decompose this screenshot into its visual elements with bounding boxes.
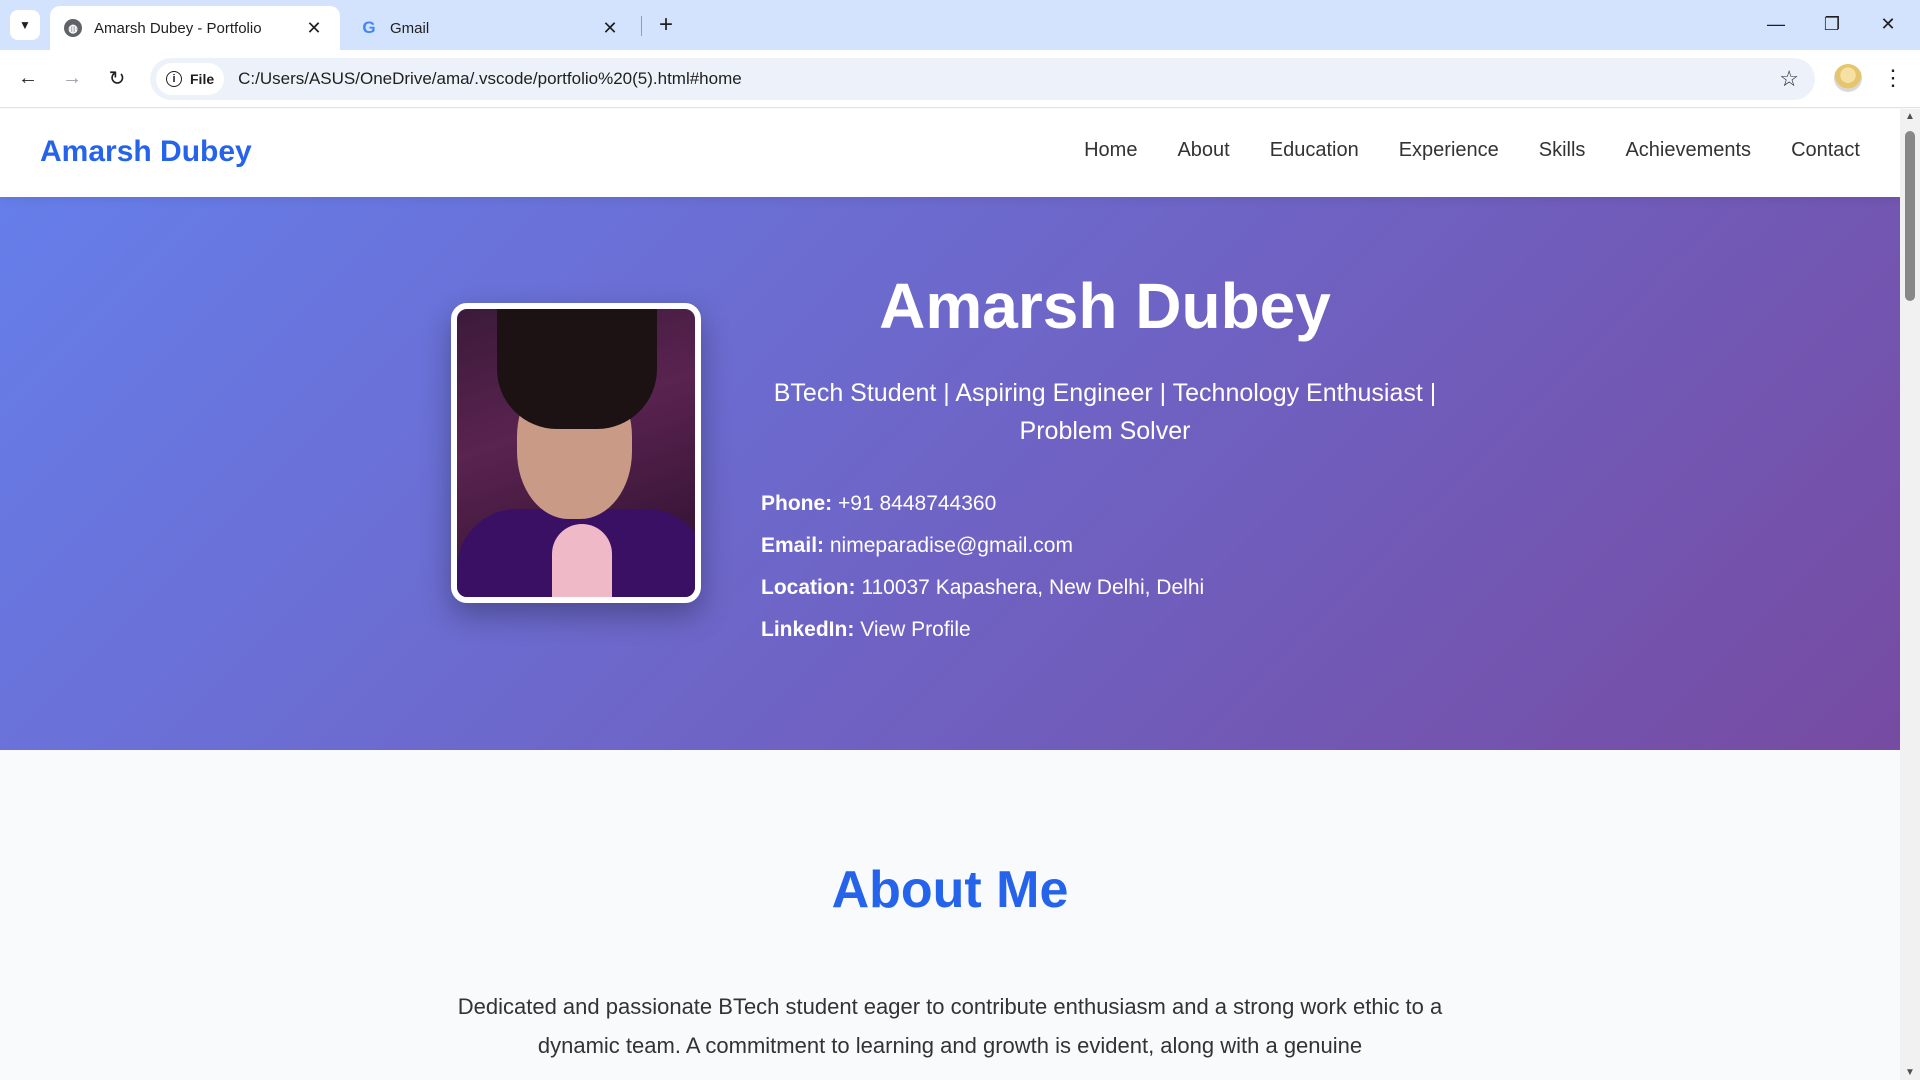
page-viewport: Amarsh Dubey Home About Education Experi…: [0, 109, 1900, 1080]
chip-label: File: [190, 71, 215, 87]
nav-education[interactable]: Education: [1270, 139, 1359, 162]
tab-search-button[interactable]: ▼: [10, 10, 40, 40]
more-menu-icon[interactable]: ⋮: [1880, 62, 1906, 94]
close-icon[interactable]: ✕: [598, 18, 622, 39]
contact-info: Phone: +91 8448744360 Email: nimeparadis…: [761, 483, 1204, 651]
hero-name: Amarsh Dubey: [879, 270, 1331, 342]
tab-gmail[interactable]: G Gmail ✕: [346, 6, 636, 50]
linkedin-link[interactable]: View Profile: [860, 618, 971, 641]
profile-avatar[interactable]: [1834, 64, 1862, 92]
contact-phone: Phone: +91 8448744360: [761, 483, 1204, 525]
phone-value: +91 8448744360: [838, 492, 997, 515]
site-header: Amarsh Dubey Home About Education Experi…: [0, 109, 1900, 197]
nav-contact[interactable]: Contact: [1791, 139, 1860, 162]
about-title: About Me: [831, 861, 1069, 919]
email-value: nimeparadise@gmail.com: [829, 534, 1073, 557]
tab-title: Gmail: [390, 19, 430, 37]
close-window-button[interactable]: ✕: [1860, 4, 1916, 44]
page-scrollbar[interactable]: ▲ ▼: [1900, 109, 1920, 1080]
restore-button[interactable]: ❐: [1804, 4, 1860, 44]
nav-achievements[interactable]: Achievements: [1625, 139, 1751, 162]
new-tab-button[interactable]: +: [651, 10, 681, 40]
contact-linkedin: LinkedIn: View Profile: [761, 609, 1204, 651]
nav-home[interactable]: Home: [1084, 139, 1137, 162]
tab-title: Amarsh Dubey - Portfolio: [94, 19, 262, 37]
back-button[interactable]: ←: [12, 62, 44, 94]
forward-button[interactable]: →: [56, 62, 88, 94]
scrollbar-thumb[interactable]: [1905, 131, 1915, 301]
about-section: About Me Dedicated and passionate BTech …: [0, 750, 1900, 1080]
tab-divider: [641, 16, 642, 36]
contact-location: Location: 110037 Kapashera, New Delhi, D…: [761, 567, 1204, 609]
site-logo[interactable]: Amarsh Dubey: [40, 135, 252, 169]
location-label: Location:: [761, 576, 856, 599]
google-icon: G: [362, 18, 376, 37]
site-nav-menu: Home About Education Experience Skills A…: [1084, 139, 1860, 162]
browser-tab-bar: ▼ ◍ Amarsh Dubey - Portfolio ✕ G Gmail ✕…: [0, 0, 1920, 50]
profile-photo: [451, 303, 701, 603]
reload-icon: ↻: [108, 67, 126, 90]
phone-label: Phone:: [761, 492, 833, 515]
url-text[interactable]: C:/Users/ASUS/OneDrive/ama/.vscode/portf…: [238, 69, 742, 89]
email-label: Email:: [761, 534, 825, 557]
nav-skills[interactable]: Skills: [1539, 139, 1586, 162]
minimize-button[interactable]: —: [1748, 4, 1804, 44]
nav-experience[interactable]: Experience: [1399, 139, 1499, 162]
close-icon[interactable]: ✕: [302, 18, 326, 39]
arrow-left-icon: ←: [18, 66, 38, 89]
browser-toolbar: ← → ↻ i File C:/Users/ASUS/OneDrive/ama/…: [0, 50, 1920, 108]
contact-email: Email: nimeparadise@gmail.com: [761, 525, 1204, 567]
reload-button[interactable]: ↻: [101, 62, 133, 94]
site-info-chip[interactable]: i File: [156, 63, 225, 95]
scroll-down-icon[interactable]: ▼: [1905, 1067, 1915, 1078]
about-text: Dedicated and passionate BTech student e…: [457, 994, 1443, 1058]
tab-portfolio[interactable]: ◍ Amarsh Dubey - Portfolio ✕: [50, 6, 340, 50]
hero-tagline: BTech Student | Aspiring Engineer | Tech…: [773, 379, 1437, 445]
hero-section: Amarsh Dubey BTech Student | Aspiring En…: [0, 197, 1900, 750]
address-bar[interactable]: i File C:/Users/ASUS/OneDrive/ama/.vscod…: [150, 58, 1815, 100]
arrow-right-icon: →: [62, 66, 82, 89]
nav-about[interactable]: About: [1177, 139, 1229, 162]
scroll-up-icon[interactable]: ▲: [1905, 111, 1915, 122]
location-value: 110037 Kapashera, New Delhi, Delhi: [861, 576, 1205, 599]
globe-icon: ◍: [64, 19, 82, 37]
linkedin-label: LinkedIn:: [761, 618, 855, 641]
info-icon: i: [166, 71, 182, 87]
bookmark-star-icon[interactable]: ☆: [1779, 66, 1799, 92]
chevron-down-icon: ▼: [19, 18, 31, 32]
